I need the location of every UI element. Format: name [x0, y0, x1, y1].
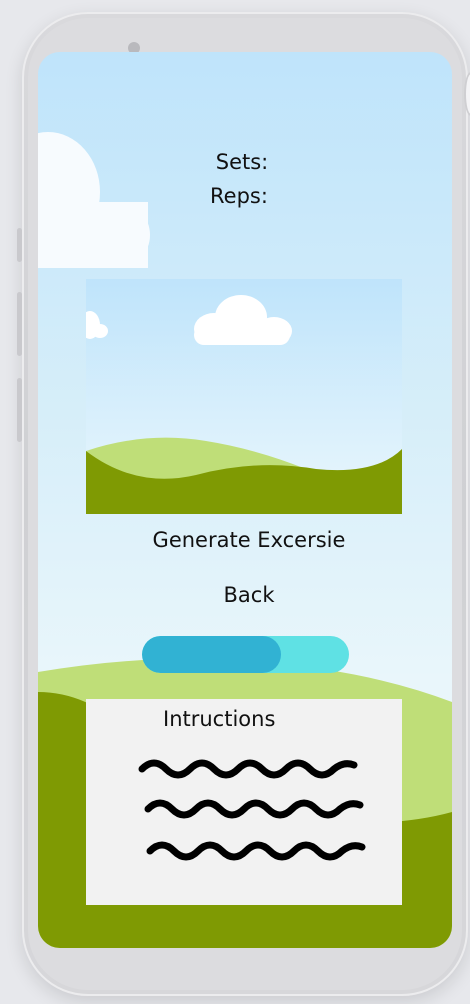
side-button-power [17, 378, 22, 442]
progress-fill [142, 636, 281, 673]
squiggle-lines-icon [138, 759, 366, 861]
sets-label: Sets: [215, 150, 269, 174]
side-button-volume-up [17, 228, 22, 262]
back-button[interactable]: Back [42, 583, 452, 607]
progress-bar [142, 636, 349, 673]
exercise-image [86, 279, 402, 514]
reps-label: Reps: [210, 184, 268, 208]
generate-exercise-button[interactable]: Generate Excersie [42, 528, 452, 552]
instructions-card: Intructions [86, 699, 402, 905]
side-button-volume-down [17, 292, 22, 356]
app-screen: Sets: Reps: Generate Excersie Back Intru… [38, 52, 452, 948]
